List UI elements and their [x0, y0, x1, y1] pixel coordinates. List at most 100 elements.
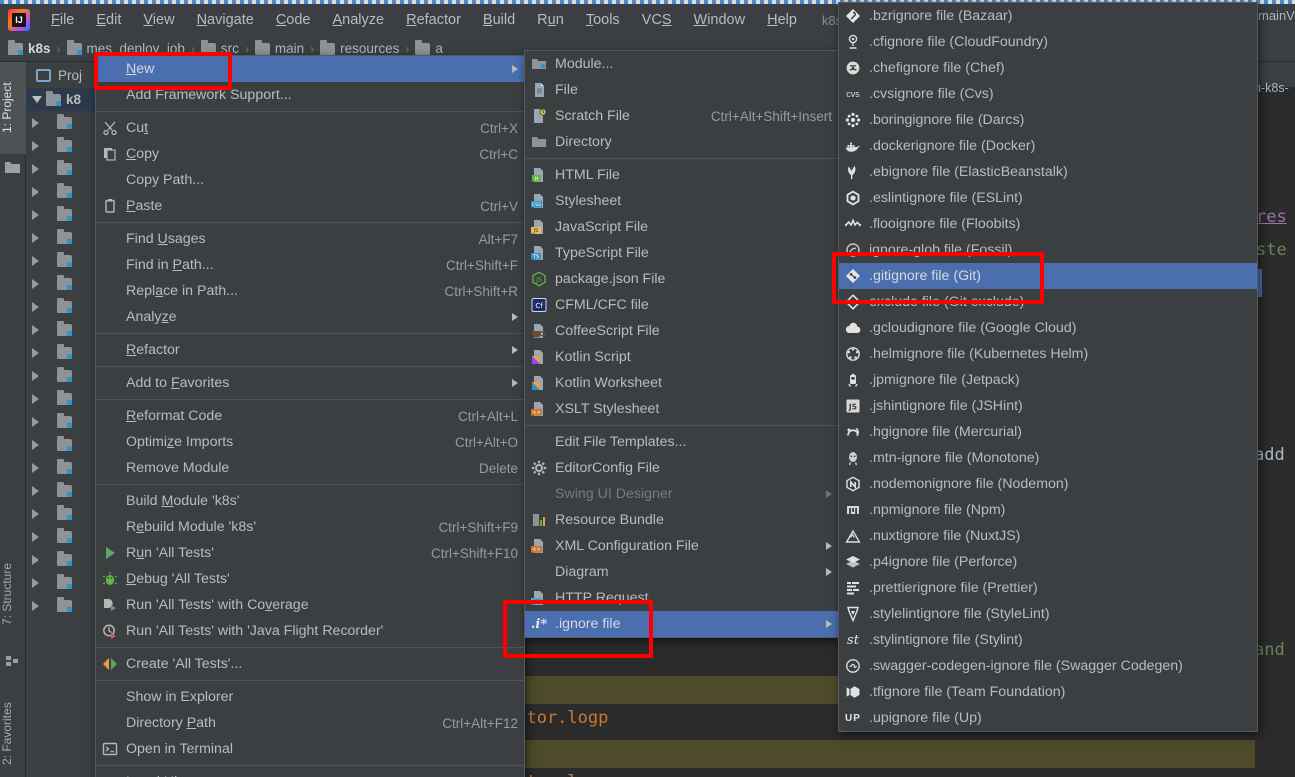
chevron-right-icon[interactable] [32, 209, 39, 220]
context-menu-item-run-all-tests-with-java-flight-recorder[interactable]: Run 'All Tests' with 'Java Flight Record… [96, 618, 524, 644]
chevron-right-icon[interactable] [32, 255, 39, 266]
new-submenu-item-scratch-file[interactable]: Scratch File Ctrl+Alt+Shift+Insert [525, 103, 838, 129]
new-submenu-item-http-request[interactable]: API HTTP Request [525, 585, 838, 611]
ignore-submenu-item-ignore-glob-file-fossil[interactable]: ignore-glob file (Fossil) [839, 237, 1257, 263]
menubar-item-edit[interactable]: Edit [85, 9, 132, 31]
context-menu-item-paste[interactable]: Paste Ctrl+V [96, 193, 524, 219]
new-submenu-item-directory[interactable]: Directory [525, 129, 838, 155]
context-menu-item-cut[interactable]: Cut Ctrl+X [96, 115, 524, 141]
context-menu-item-directory-path[interactable]: Directory Path Ctrl+Alt+F12 [96, 710, 524, 736]
ignore-submenu-item-hgignore-file-mercurial[interactable]: .hgignore file (Mercurial) [839, 419, 1257, 445]
ignore-submenu-item-flooignore-file-floobits[interactable]: .flooignore file (Floobits) [839, 211, 1257, 237]
ignore-submenu-item-swagger-codegen-ignore-file-swagger-codegen[interactable]: .swagger-codegen-ignore file (Swagger Co… [839, 653, 1257, 679]
context-menu-item-copy-path[interactable]: Copy Path... [96, 167, 524, 193]
chevron-right-icon[interactable] [32, 301, 39, 312]
new-submenu-item-edit-file-templates[interactable]: Edit File Templates... [525, 429, 838, 455]
context-menu-item-refactor[interactable]: Refactor [96, 337, 524, 363]
menubar-item-view[interactable]: View [132, 9, 185, 31]
module-context-menu[interactable]: New Add Framework Support... Cut Ctrl+X Copy… [95, 55, 525, 777]
ignore-submenu-item-nuxtignore-file-nuxtjs[interactable]: .nuxtignore file (NuxtJS) [839, 523, 1257, 549]
ignore-submenu-item-gitignore-file-git[interactable]: .gitignore file (Git) [839, 263, 1257, 289]
chevron-right-icon[interactable] [32, 439, 39, 450]
context-menu-item-build-module-k8s[interactable]: Build Module 'k8s' [96, 488, 524, 514]
new-submenu[interactable]: Module... File Scratch File Ctrl+Alt+Shift+… [524, 50, 839, 638]
ignore-submenu-item-nodemonignore-file-nodemon[interactable]: .nodemonignore file (Nodemon) [839, 471, 1257, 497]
chevron-right-icon[interactable] [32, 531, 39, 542]
context-menu-item-reformat-code[interactable]: Reformat Code Ctrl+Alt+L [96, 403, 524, 429]
new-submenu-item-editorconfig-file[interactable]: EditorConfig File [525, 455, 838, 481]
chevron-right-icon[interactable] [32, 554, 39, 565]
context-menu-item-add-framework-support[interactable]: Add Framework Support... [96, 82, 524, 108]
context-menu-item-run-all-tests-with-coverage[interactable]: Run 'All Tests' with Coverage [96, 592, 524, 618]
ignore-submenu-item-cvsignore-file-cvs[interactable]: cvs .cvsignore file (Cvs) [839, 81, 1257, 107]
chevron-right-icon[interactable] [32, 370, 39, 381]
new-submenu-item-stylesheet[interactable]: CSS Stylesheet [525, 188, 838, 214]
ignore-submenu-item-upignore-file-up[interactable]: UP .upignore file (Up) [839, 705, 1257, 731]
context-menu-item-new[interactable]: New [96, 56, 524, 82]
context-menu-item-find-in-path[interactable]: Find in Path... Ctrl+Shift+F [96, 252, 524, 278]
context-menu-item-show-in-explorer[interactable]: Show in Explorer [96, 684, 524, 710]
new-submenu-item-kotlin-worksheet[interactable]: Kotlin Worksheet [525, 370, 838, 396]
chevron-right-icon[interactable] [32, 393, 39, 404]
ignore-submenu-item-bzrignore-file-bazaar[interactable]: .bzrignore file (Bazaar) [839, 3, 1257, 29]
context-menu-item-add-to-favorites[interactable]: Add to Favorites [96, 370, 524, 396]
chevron-right-icon[interactable] [32, 232, 39, 243]
breadcrumb-item-src[interactable]: src [200, 39, 239, 56]
chevron-right-icon[interactable] [32, 324, 39, 335]
chevron-right-icon[interactable] [32, 140, 39, 151]
ignore-submenu-item-helmignore-file-kubernetes-helm[interactable]: .helmignore file (Kubernetes Helm) [839, 341, 1257, 367]
ignore-file-submenu[interactable]: .bzrignore file (Bazaar) .cfignore file (… [838, 2, 1258, 732]
sidebar-item-favorites[interactable]: 2: Favorites [0, 682, 26, 777]
menubar-item-run[interactable]: Run [526, 9, 575, 31]
chevron-right-icon[interactable] [32, 163, 39, 174]
context-menu-item-open-in-terminal[interactable]: Open in Terminal [96, 736, 524, 762]
ignore-submenu-item-cfignore-file-cloudfoundry[interactable]: .cfignore file (CloudFoundry) [839, 29, 1257, 55]
left-tool-window-strip[interactable]: 1: Project 7: Structure 2: Favorites [0, 62, 26, 777]
breadcrumb-item-k8s[interactable]: k8s [8, 39, 51, 56]
new-submenu-item-html-file[interactable]: H HTML File [525, 162, 838, 188]
ignore-submenu-item-boringignore-file-darcs[interactable]: .boringignore file (Darcs) [839, 107, 1257, 133]
ignore-submenu-item-stylelintignore-file-stylelint[interactable]: .stylelintignore file (StyleLint) [839, 601, 1257, 627]
sidebar-item-structure[interactable]: 7: Structure [0, 542, 26, 646]
ignore-submenu-item-jpmignore-file-jetpack[interactable]: .jpmignore file (Jetpack) [839, 367, 1257, 393]
ignore-submenu-item-exclude-file-git-exclude[interactable]: exclude file (Git exclude) [839, 289, 1257, 315]
context-menu-item-rebuild-module-k8s[interactable]: Rebuild Module 'k8s' Ctrl+Shift+F9 [96, 514, 524, 540]
chevron-right-icon[interactable] [32, 278, 39, 289]
new-submenu-item-cfml-cfc-file[interactable]: Cf CFML/CFC file [525, 292, 838, 318]
context-menu-item-create-all-tests[interactable]: Create 'All Tests'... [96, 651, 524, 677]
chevron-right-icon[interactable] [32, 117, 39, 128]
chevron-right-icon[interactable] [32, 416, 39, 427]
chevron-right-icon[interactable] [32, 508, 39, 519]
ignore-submenu-item-ebignore-file-elasticbeanstalk[interactable]: .ebignore file (ElasticBeanstalk) [839, 159, 1257, 185]
chevron-right-icon[interactable] [32, 347, 39, 358]
new-submenu-item-kotlin-script[interactable]: Kotlin Script [525, 344, 838, 370]
new-submenu-item-resource-bundle[interactable]: Resource Bundle [525, 507, 838, 533]
chevron-down-icon[interactable] [32, 96, 42, 103]
context-menu-item-optimize-imports[interactable]: Optimize Imports Ctrl+Alt+O [96, 429, 524, 455]
chevron-right-icon[interactable] [32, 485, 39, 496]
ignore-submenu-item-eslintignore-file-eslint[interactable]: .eslintignore file (ESLint) [839, 185, 1257, 211]
ignore-submenu-item-chefignore-file-chef[interactable]: .chefignore file (Chef) [839, 55, 1257, 81]
new-submenu-item-xml-configuration-file[interactable]: <> XML Configuration File [525, 533, 838, 559]
context-menu-item-analyze[interactable]: Analyze [96, 304, 524, 330]
context-menu-item-find-usages[interactable]: Find Usages Alt+F7 [96, 226, 524, 252]
menubar-item-window[interactable]: Window [683, 9, 757, 31]
chevron-right-icon[interactable] [32, 600, 39, 611]
context-menu-item-local-history[interactable]: Local History [96, 769, 524, 777]
menubar-item-help[interactable]: Help [756, 9, 808, 31]
context-menu-item-copy[interactable]: Copy Ctrl+C [96, 141, 524, 167]
ignore-submenu-item-npmignore-file-npm[interactable]: .npmignore file (Npm) [839, 497, 1257, 523]
menubar-item-file[interactable]: File [40, 9, 85, 31]
chevron-right-icon[interactable] [32, 462, 39, 473]
menubar-item-navigate[interactable]: Navigate [186, 9, 265, 31]
sidebar-item-project[interactable]: 1: Project [0, 62, 26, 154]
ignore-submenu-item-mtn-ignore-file-monotone[interactable]: .mtn-ignore file (Monotone) [839, 445, 1257, 471]
ignore-submenu-item-gcloudignore-file-google-cloud[interactable]: .gcloudignore file (Google Cloud) [839, 315, 1257, 341]
chevron-right-icon[interactable] [32, 186, 39, 197]
menubar-item-tools[interactable]: Tools [575, 9, 631, 31]
new-submenu-item-javascript-file[interactable]: JS JavaScript File [525, 214, 838, 240]
new-submenu-item-module[interactable]: Module... [525, 51, 838, 77]
ignore-submenu-item-tfignore-file-team-foundation[interactable]: .tfignore file (Team Foundation) [839, 679, 1257, 705]
menubar-item-refactor[interactable]: Refactor [395, 9, 472, 31]
context-menu-item-replace-in-path[interactable]: Replace in Path... Ctrl+Shift+R [96, 278, 524, 304]
